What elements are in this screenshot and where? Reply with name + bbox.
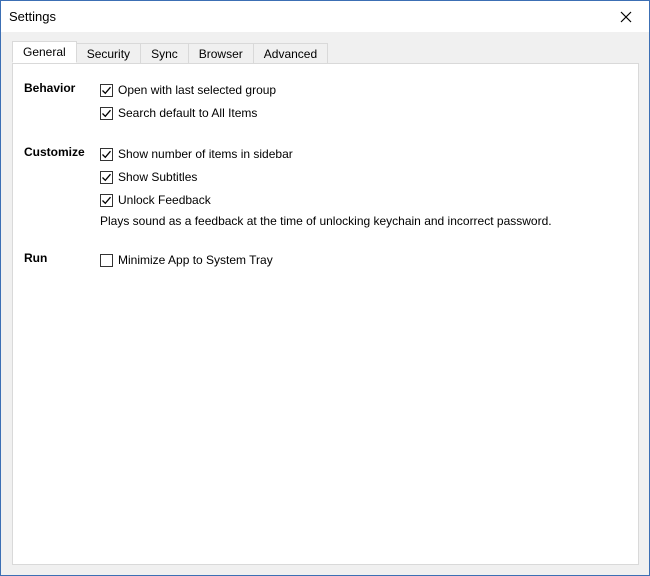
tab-browser[interactable]: Browser (187, 43, 254, 63)
tab-general[interactable]: General (12, 41, 77, 63)
checkmark-icon (102, 196, 111, 204)
close-button[interactable] (603, 1, 649, 32)
tab-label: Browser (198, 46, 243, 61)
tab-label: General (23, 45, 66, 59)
run-heading: Run (24, 251, 48, 265)
checkbox-box[interactable] (100, 170, 113, 184)
tab-label: Sync (151, 46, 178, 61)
settings-window: Settings General Security Sync Browser A… (0, 0, 650, 576)
unlock-feedback-checkbox[interactable]: Unlock Feedback (100, 192, 211, 208)
checkbox-box[interactable] (100, 193, 113, 207)
search-all-items-checkbox[interactable]: Search default to All Items (100, 105, 257, 121)
checkmark-icon (102, 173, 111, 181)
tab-label: Advanced (263, 46, 318, 61)
checkbox-label: Show Subtitles (118, 170, 198, 184)
checkbox-box[interactable] (100, 147, 113, 161)
show-subtitles-checkbox[interactable]: Show Subtitles (100, 169, 197, 185)
window-title: Settings (9, 9, 56, 24)
title-bar: Settings (1, 1, 649, 32)
checkbox-box[interactable] (100, 106, 113, 120)
show-item-count-checkbox[interactable]: Show number of items in sidebar (100, 146, 293, 162)
minimize-to-tray-checkbox[interactable]: Minimize App to System Tray (100, 252, 273, 268)
tab-sync[interactable]: Sync (140, 43, 189, 63)
checkbox-label: Search default to All Items (118, 106, 258, 120)
tab-advanced[interactable]: Advanced (252, 43, 329, 63)
open-last-group-checkbox[interactable]: Open with last selected group (100, 82, 276, 98)
checkbox-label: Minimize App to System Tray (118, 253, 273, 267)
general-panel: Behavior Open with last selected group S… (12, 63, 639, 565)
checkmark-icon (102, 150, 111, 158)
checkmark-icon (102, 86, 111, 94)
tab-bar: General Security Sync Browser Advanced (12, 41, 329, 63)
behavior-heading: Behavior (24, 81, 76, 95)
customize-heading: Customize (24, 145, 85, 159)
unlock-feedback-description: Plays sound as a feedback at the time of… (100, 214, 552, 228)
checkmark-icon (102, 109, 111, 117)
tab-security[interactable]: Security (75, 43, 142, 63)
checkbox-label: Open with last selected group (118, 83, 277, 97)
checkbox-label: Show number of items in sidebar (118, 147, 293, 161)
checkbox-label: Unlock Feedback (118, 193, 211, 207)
tab-label: Security (86, 46, 131, 61)
close-icon (620, 11, 632, 22)
checkbox-box[interactable] (100, 253, 113, 267)
checkbox-box[interactable] (100, 83, 113, 97)
